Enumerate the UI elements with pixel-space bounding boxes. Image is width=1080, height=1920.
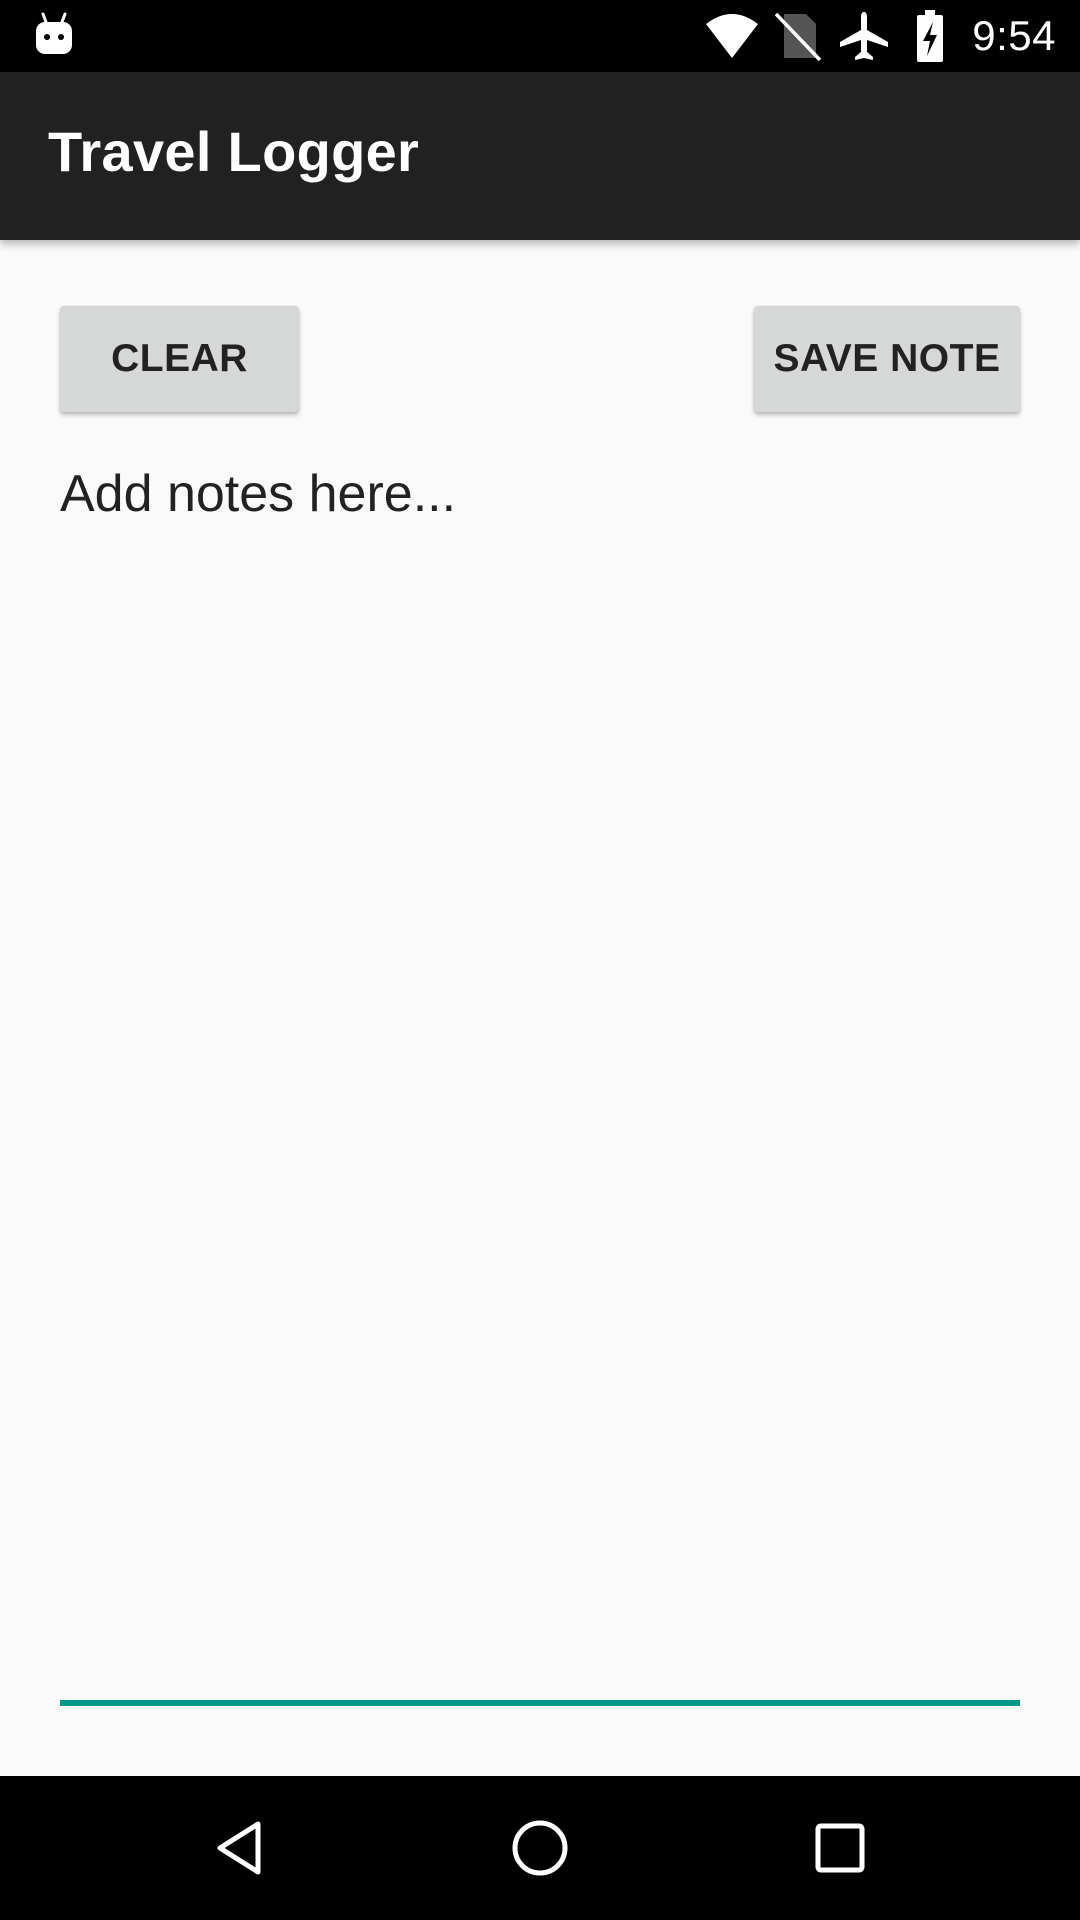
app-title: Travel Logger: [48, 120, 420, 183]
navigation-bar: [0, 1776, 1080, 1920]
status-time: 9:54: [972, 12, 1056, 59]
airplane-mode-icon: [836, 8, 892, 64]
wifi-icon: [704, 8, 760, 64]
clear-button[interactable]: CLEAR: [60, 306, 299, 412]
no-sim-icon: [770, 8, 826, 64]
save-note-button[interactable]: SAVE NOTE: [754, 306, 1020, 412]
home-icon[interactable]: [490, 1798, 590, 1898]
app-bar: Travel Logger: [0, 72, 1080, 240]
notes-input[interactable]: [60, 464, 1020, 1700]
back-icon[interactable]: [190, 1798, 290, 1898]
status-bar: 9:54: [0, 0, 1080, 72]
status-icons: 9:54: [704, 0, 1080, 72]
main-content: CLEAR SAVE NOTE: [0, 240, 1080, 1776]
notes-input-underline: [60, 1700, 1020, 1706]
battery-charging-icon: [902, 8, 958, 64]
android-notification-icon: [34, 12, 74, 58]
recents-icon[interactable]: [790, 1798, 890, 1898]
